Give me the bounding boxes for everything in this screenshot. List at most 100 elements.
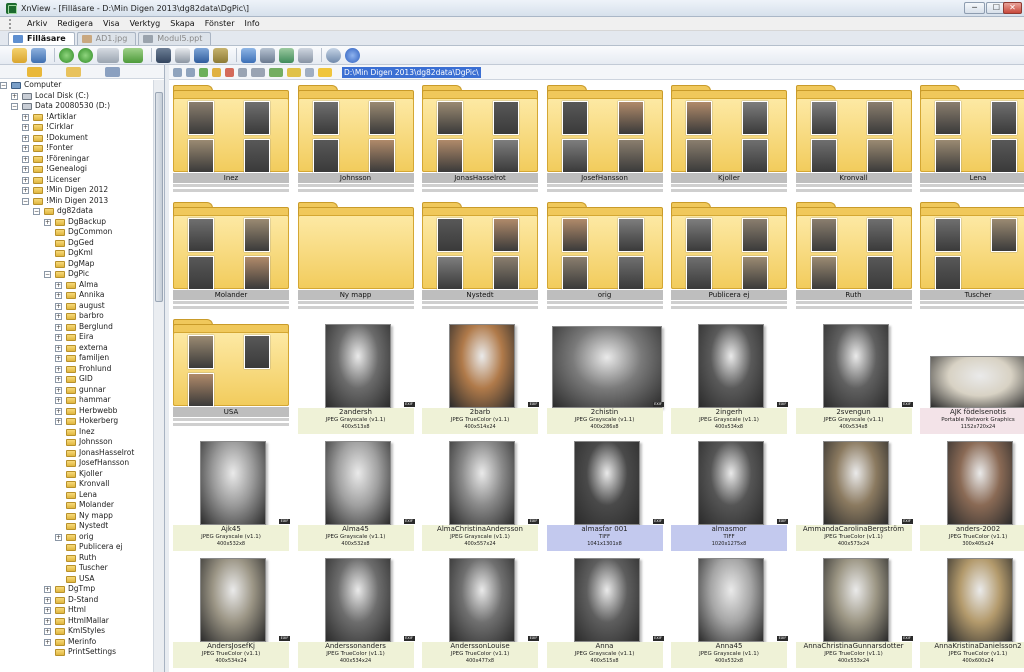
expand-icon[interactable]: + [55,407,62,415]
folder-thumbnail[interactable]: Kjoller [669,84,789,196]
new-folder-icon[interactable] [212,67,221,77]
folder-thumbnail[interactable]: Inez [171,84,291,196]
expand-icon[interactable]: + [22,187,29,194]
tree-item[interactable]: + orig [0,532,153,543]
expand-icon[interactable]: + [55,344,62,352]
tree-item[interactable]: DgCommon [0,227,153,238]
sort-icon[interactable] [123,47,143,63]
image-thumbnail[interactable]: EXIF almasfar 001 TIFF 1041x1301x8 [545,435,665,551]
tree-item[interactable]: + Berglund [0,322,153,333]
tree-item[interactable]: + gunnar [0,385,153,396]
folder-thumbnail[interactable]: Ruth [794,201,914,313]
forward-arrow-icon[interactable] [78,47,93,63]
folder-thumbnail[interactable]: JosefHansson [545,84,665,196]
expand-icon[interactable]: + [22,145,29,152]
tree-item[interactable]: JosefHansson [0,458,153,469]
expand-icon[interactable]: + [55,533,62,541]
tree-item[interactable]: DgGed [0,238,153,249]
image-thumbnail[interactable]: EXIF Alma45 JPEG Grayscale (v1.1) 400x532x8 [296,435,416,551]
image-thumbnail[interactable]: EXIFanders-2002JPEG TrueColor (v1.1)300x… [918,435,1024,551]
menu-skapa[interactable]: Skapa [165,19,199,28]
tab-ad1-jpg[interactable]: AD1.jpg [76,32,137,45]
image-thumbnail[interactable]: EXIF Anna JPEG Grayscale (v1.1) 400x515x8 [545,552,665,668]
tree-item[interactable]: − Data 20080530 (D:) [0,101,153,112]
tree-item[interactable]: − !Min Digen 2013 [0,196,153,207]
capture-icon[interactable] [260,47,275,63]
view-mode-icon[interactable] [97,47,119,63]
expand-icon[interactable]: + [55,323,62,331]
tree-item[interactable]: + august [0,301,153,312]
folder-thumbnail[interactable]: Publicera ej [669,201,789,313]
minimize-button[interactable]: ─ [964,2,985,14]
delete-icon[interactable] [225,67,234,77]
tree-item[interactable]: + barbro [0,311,153,322]
favorite-star-icon[interactable] [318,67,332,77]
menu-visa[interactable]: Visa [98,19,125,28]
tree-item[interactable]: + KmlStyles [0,626,153,637]
image-thumbnail[interactable]: EXIF 2andersh JPEG Grayscale (v1.1) 400x513… [296,318,416,434]
save-icon[interactable] [31,47,46,63]
image-thumbnail[interactable]: EXIFAnnaKristinaDanielsson2JPEG TrueColo… [918,552,1024,668]
tree-item[interactable]: Johnsson [0,437,153,448]
expand-icon[interactable]: + [44,218,51,226]
tree-item[interactable]: DgMap [0,259,153,270]
folder-thumbnail[interactable]: Molander [171,201,291,313]
info-icon[interactable] [345,47,360,63]
tree-item[interactable]: + Alma [0,280,153,291]
tree-item[interactable]: Ruth [0,553,153,564]
open-folder-icon[interactable] [12,47,27,63]
categories-tab-icon[interactable] [105,66,120,77]
image-thumbnail[interactable]: EXIF 2barb JPEG TrueColor (v1.1) 400x514x24 [420,318,540,434]
tree-item[interactable]: + DgBackup [0,217,153,228]
back-icon[interactable] [173,67,182,77]
tree-item[interactable]: + D-Stand [0,595,153,606]
tree-item[interactable]: USA [0,574,153,585]
image-thumbnail[interactable]: EXIF Anna45 JPEG Grayscale (v1.1) 400x532x8 [669,552,789,668]
folder-thumbnail[interactable]: Kronvall [794,84,914,196]
image-thumbnail[interactable]: EXIF AnderssonLouise JPEG TrueColor (v1.1)… [420,552,540,668]
tree-item[interactable]: + DgTmp [0,584,153,595]
image-thumbnail[interactable]: EXIF AnnaChristinaGunnarsdotter JPEG TrueC… [794,552,914,668]
tree-item[interactable]: Kjoller [0,469,153,480]
folder-thumbnail[interactable]: Lena [918,84,1024,196]
scanner-icon[interactable] [194,47,209,63]
xnview-app-icon[interactable] [6,2,17,14]
tree-item[interactable]: + !Föreningar [0,154,153,165]
tree-item[interactable]: + Local Disk (C:) [0,91,153,102]
tree-item[interactable]: + familjen [0,353,153,364]
expand-icon[interactable]: + [55,376,62,383]
up-folder-icon[interactable] [199,67,208,77]
image-thumbnail[interactable]: EXIF almasmor TIFF 1020x1275x8 [669,435,789,551]
print-icon[interactable] [175,47,190,63]
tree-item[interactable]: − dg82data [0,206,153,217]
tree-item[interactable]: Inez [0,427,153,438]
address-field[interactable]: D:\Min Digen 2013\dg82data\DgPic\ [342,66,481,78]
tree-item[interactable]: + Eira [0,332,153,343]
expand-icon[interactable]: + [55,313,62,320]
tree-item[interactable]: + Frohlund [0,364,153,375]
tree-item[interactable]: + externa [0,343,153,354]
tree-item[interactable]: DgKml [0,248,153,259]
expand-icon[interactable]: + [55,418,62,425]
view-icon[interactable] [251,67,265,77]
tree-item[interactable]: + Html [0,605,153,616]
expand-icon[interactable]: + [22,113,29,121]
tree-item[interactable]: + hammar [0,395,153,406]
tree-item[interactable]: + Merinfo [0,637,153,648]
copy-icon[interactable] [238,67,247,77]
refresh-icon[interactable] [305,67,314,77]
folder-thumbnail[interactable]: JonasHasselrot [420,84,540,196]
tree-item[interactable]: + !Dokument [0,133,153,144]
folder-thumbnail[interactable]: Nystedt [420,201,540,313]
tree-item[interactable]: + Herbwebb [0,406,153,417]
gear-icon[interactable] [326,47,341,63]
tree-item[interactable]: Tuscher [0,563,153,574]
tree-item[interactable]: + !Cirklar [0,122,153,133]
tree-item[interactable]: + GID [0,374,153,385]
tree-item[interactable]: + !Artiklar [0,112,153,123]
tree-item[interactable]: Ny mapp [0,511,153,522]
tab-fillasare[interactable]: Filläsare [8,32,75,45]
tree-item[interactable]: + Annika [0,290,153,301]
expand-icon[interactable]: + [55,355,62,362]
tree-item[interactable]: + !Genealogi [0,164,153,175]
